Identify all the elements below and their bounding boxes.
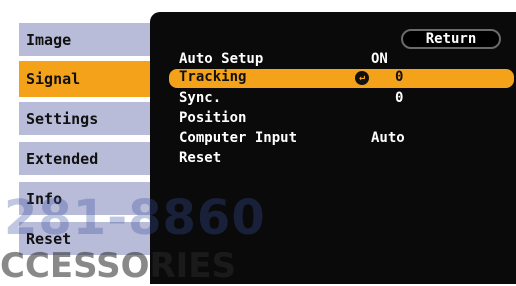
row-reset[interactable]: Reset [169, 150, 514, 167]
watermark-text: CCESSORIES [0, 246, 237, 286]
menu-item-image[interactable]: Image [19, 23, 155, 56]
row-auto-setup[interactable]: Auto Setup ON [169, 51, 514, 68]
row-position[interactable]: Position [169, 110, 514, 127]
row-tracking[interactable]: Tracking ↵ 0 [169, 69, 514, 88]
row-value: 0 [395, 69, 404, 85]
row-sync[interactable]: Sync. 0 [169, 90, 514, 107]
row-label: Auto Setup [179, 51, 264, 67]
row-computer-input[interactable]: Computer Input Auto [169, 130, 514, 147]
menu-item-extended[interactable]: Extended [19, 142, 155, 175]
menu-item-signal[interactable]: Signal [19, 61, 155, 97]
row-value: ON [371, 51, 388, 67]
row-label: Position [179, 110, 247, 126]
menu-item-label: Extended [26, 149, 99, 168]
projector-menu-screen: Image Signal Settings Extended Info Rese… [0, 0, 516, 286]
row-label: Tracking [179, 69, 247, 85]
row-label: Reset [179, 150, 222, 166]
return-button[interactable]: Return [401, 29, 501, 49]
menu-item-label: Settings [26, 109, 99, 128]
watermark-phone-number: 281-8860 [4, 190, 266, 246]
row-value: 0 [395, 90, 404, 106]
menu-item-label: Image [26, 30, 72, 49]
row-value: Auto [371, 130, 405, 146]
menu-item-label: Signal [26, 70, 81, 88]
enter-icon: ↵ [355, 71, 369, 85]
row-label: Sync. [179, 90, 222, 106]
menu-item-settings[interactable]: Settings [19, 102, 155, 135]
return-button-label: Return [425, 31, 477, 47]
row-label: Computer Input [179, 130, 298, 146]
